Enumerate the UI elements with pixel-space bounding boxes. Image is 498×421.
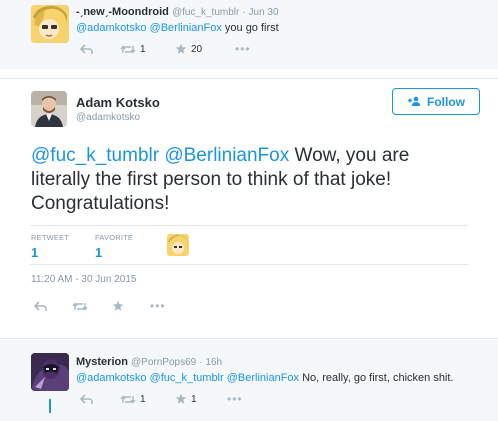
favorite-button[interactable] — [112, 300, 150, 312]
divider — [30, 264, 468, 265]
avatar[interactable] — [31, 353, 69, 391]
tweet-timestamp[interactable]: 11:20 AM - 30 Jun 2015 — [31, 274, 136, 285]
mentions-link[interactable]: @adamkotsko @fuc_k_tumblr @BerlinianFox — [76, 372, 299, 384]
favorite-label: FAVORITE — [95, 233, 134, 242]
handle[interactable]: @adamkotsko — [76, 112, 160, 123]
retweet-count: 1 — [140, 393, 146, 405]
avatar[interactable] — [31, 91, 67, 127]
retweet-button[interactable]: 1 — [120, 44, 175, 55]
tweet-actions: ••• — [34, 299, 166, 313]
display-name[interactable]: -ˏnewˏ-Moondroid — [76, 6, 169, 18]
mentions-link[interactable]: @fuc_k_tumblr @BerlinianFox — [31, 145, 289, 166]
reply-button[interactable] — [34, 300, 72, 312]
handle[interactable]: @PornPops69 — [131, 357, 196, 368]
reply-icon — [80, 393, 93, 404]
avatar[interactable] — [31, 5, 69, 43]
retweet-label: RETWEET — [31, 233, 70, 242]
more-button[interactable]: ••• — [227, 392, 243, 406]
tweet-actions: 1 20 ••• — [80, 42, 251, 56]
tweet-text: @adamkotsko @BerlinianFox you go first — [76, 22, 279, 34]
more-button[interactable]: ••• — [150, 299, 166, 313]
retweet-button[interactable] — [72, 301, 112, 312]
retweet-count[interactable]: 1 — [31, 245, 38, 260]
tweet-time[interactable]: · 16h — [199, 357, 222, 368]
more-icon: ••• — [235, 42, 251, 56]
reply-icon — [80, 43, 93, 54]
handle[interactable]: @fuc_k_tumblr — [172, 7, 239, 18]
reply-button[interactable] — [80, 393, 120, 405]
more-icon: ••• — [227, 392, 243, 406]
follow-label: Follow — [427, 94, 465, 109]
parent-tweet[interactable]: -ˏnewˏ-Moondroid @fuc_k_tumblr · Jun 30 … — [0, 0, 498, 69]
display-name[interactable]: Adam Kotsko — [76, 95, 160, 110]
favoriter-avatar[interactable] — [167, 234, 189, 256]
mentions-link[interactable]: @adamkotsko @BerlinianFox — [76, 22, 222, 34]
reply-button[interactable] — [80, 43, 120, 55]
star-icon — [175, 43, 187, 54]
add-user-icon — [408, 96, 420, 106]
retweet-count: 1 — [140, 43, 146, 55]
more-button[interactable]: ••• — [235, 42, 251, 56]
tweet-header: -ˏnewˏ-Moondroid @fuc_k_tumblr · Jun 30 — [76, 6, 279, 18]
retweet-icon — [120, 394, 136, 404]
thread-line — [49, 399, 51, 413]
retweet-icon — [120, 44, 136, 54]
tweet-actions: 1 1 ••• — [80, 392, 243, 406]
reply-tweet[interactable]: Mysterion @PornPops69 · 16h @adamkotsko … — [0, 340, 498, 421]
favorite-count: 20 — [191, 43, 203, 55]
star-icon — [175, 393, 187, 404]
tweet-header: Mysterion @PornPops69 · 16h — [76, 356, 222, 368]
tweet-header: Adam Kotsko @adamkotsko — [76, 95, 160, 123]
star-icon — [112, 300, 124, 311]
favorite-count[interactable]: 1 — [95, 245, 102, 260]
tweet-time[interactable]: · Jun 30 — [242, 7, 278, 18]
favorite-button[interactable]: 1 — [175, 393, 227, 405]
tweet-text-body: you go first — [221, 22, 279, 34]
tweet-text: @adamkotsko @fuc_k_tumblr @BerlinianFox … — [76, 372, 454, 384]
retweet-button[interactable]: 1 — [120, 394, 175, 405]
reply-icon — [34, 300, 47, 311]
retweet-icon — [72, 301, 88, 311]
favorite-button[interactable]: 20 — [175, 43, 235, 55]
display-name[interactable]: Mysterion — [76, 356, 128, 368]
favorite-count: 1 — [191, 393, 197, 405]
follow-button[interactable]: Follow — [392, 88, 480, 115]
tweet-text: @fuc_k_tumblr @BerlinianFox Wow, you are… — [31, 144, 471, 216]
more-icon: ••• — [150, 299, 166, 313]
divider — [30, 225, 468, 226]
tweet-text-body: No, really, go first, chicken shit. — [299, 372, 454, 384]
